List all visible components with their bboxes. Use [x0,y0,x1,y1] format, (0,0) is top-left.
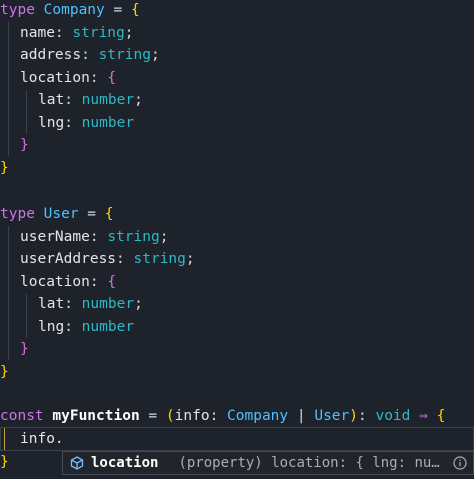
property-name: userAddress [20,251,117,267]
code-line: } [0,134,474,157]
colon: : [64,114,82,131]
brace: { [130,2,140,18]
colon: : [54,24,73,41]
brace: } [20,137,29,153]
property-name: lng [38,318,65,335]
property-name: userName [20,228,90,245]
operator: = [104,2,131,18]
type-keyword: number [81,114,135,131]
type-keyword: string [98,47,151,63]
type-keyword: string [107,228,160,245]
code-line: userName: string; [0,226,474,249]
code-line: type User = { [0,203,474,226]
code-line: address: string; [0,44,474,67]
union-operator: | [288,408,315,424]
type-keyword: number [81,296,135,312]
brace: { [107,273,117,290]
type-keyword: number [81,92,135,108]
keyword-type: type [0,206,35,222]
code-line: location: { [0,67,474,90]
property-name: location [20,69,90,86]
suggestion-detail: (property) location: { lng: nu… [178,455,440,471]
type-keyword: number [81,318,135,335]
brace: } [20,341,29,357]
typed-text: info. [20,431,64,447]
type-name: Company [227,408,289,424]
colon: : [64,318,82,335]
paren: ) [349,408,358,424]
brace: { [107,69,117,86]
code-line: name: string; [0,22,474,45]
suggestion-label[interactable]: location [91,455,158,471]
code-line: lng: number [0,316,474,339]
colon: : [358,408,376,424]
colon: : [209,408,228,424]
colon: : [64,296,82,312]
colon: : [89,69,108,86]
code-line: userAddress: string; [0,248,474,271]
type-keyword: string [133,251,186,267]
property-name: name [20,24,55,41]
arrow-operator: ⇒ [410,408,437,424]
code-line: } [0,157,474,180]
semicolon: ; [134,296,143,312]
semicolon: ; [150,47,160,63]
operator: = [139,408,166,424]
keyword-type: type [0,2,35,18]
brace: { [104,206,114,222]
keyword-const: const [0,408,44,424]
code-editor[interactable]: type Company = { name: string; address: … [0,0,474,479]
type-keyword: string [72,24,125,41]
property-name: lat [38,296,65,312]
property-name: lat [38,92,65,108]
property-name: location [20,273,90,290]
code-line: const myFunction = (info: Company | User… [0,405,474,428]
code-line: } [0,338,474,361]
property-name: address [20,47,82,63]
colon: : [116,251,134,267]
code-line: lat: number; [0,293,474,316]
brace: } [0,159,9,176]
code-line: } [0,361,474,384]
semicolon: ; [185,251,195,267]
code-line: lat: number; [0,89,474,112]
property-cube-icon [69,455,85,471]
function-name: myFunction [52,408,140,424]
semicolon: ; [124,24,134,41]
code-line-current[interactable]: info. [0,428,474,451]
code-line: lng: number [0,112,474,135]
paren: ( [165,408,175,424]
colon: : [89,273,108,290]
brace: } [0,454,9,470]
semicolon: ; [134,92,143,108]
brace: { [436,408,446,424]
colon: : [81,47,99,63]
type-keyword: void [375,408,411,424]
code-line: location: { [0,271,474,294]
colon: : [89,228,108,245]
type-name: Company [43,2,105,18]
parameter-name: info [174,408,210,424]
type-name: User [314,408,350,424]
colon: : [64,92,82,108]
type-name: User [43,206,79,222]
brace: } [0,363,9,380]
semicolon: ; [159,228,169,245]
info-icon[interactable] [453,456,467,470]
operator: = [78,206,105,222]
code-line: type Company = { [0,0,474,22]
suggestion-widget[interactable]: location (property) location: { lng: nu… [62,451,474,475]
property-name: lng [38,114,65,131]
